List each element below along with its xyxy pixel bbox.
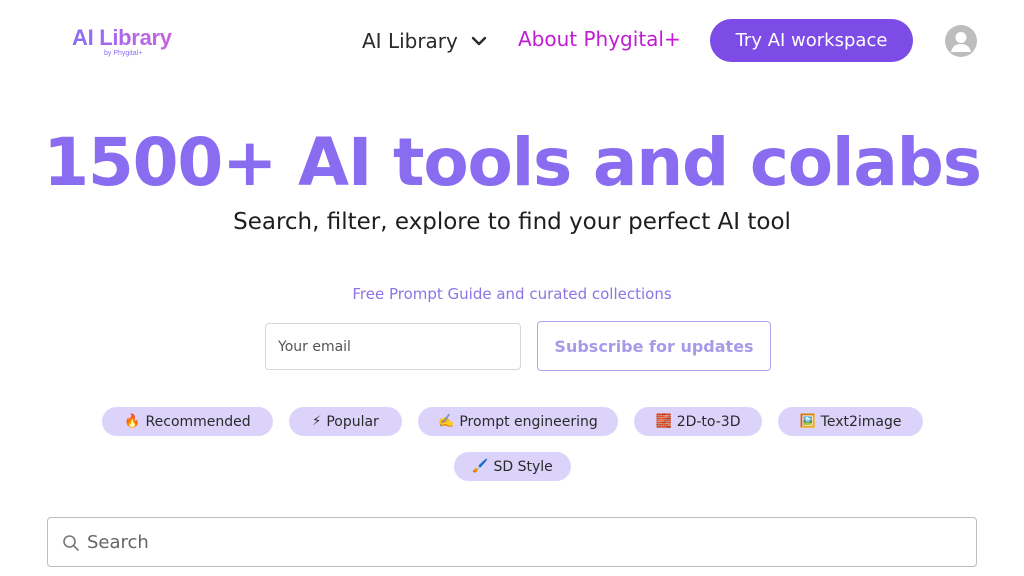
paintbrush-icon: 🖌️ <box>472 459 489 474</box>
user-silhouette-icon <box>951 32 971 52</box>
framed-picture-icon: 🖼️ <box>799 414 816 429</box>
brick-icon: 🧱 <box>655 414 672 429</box>
hero-subtitle: Search, filter, explore to find your per… <box>233 209 791 235</box>
logo[interactable]: AI Library by Phygital+ <box>72 26 184 60</box>
tag-label: SD Style <box>493 458 553 475</box>
tag-label: Prompt engineering <box>459 413 598 430</box>
search-input[interactable] <box>87 518 967 566</box>
chevron-down-icon <box>471 36 487 46</box>
tag-2d-to-3d[interactable]: 🧱 2D-to-3D <box>634 407 762 436</box>
fire-icon: 🔥 <box>124 414 141 429</box>
tag-popular[interactable]: ⚡ Popular <box>289 407 402 436</box>
tag-label: Popular <box>326 413 379 430</box>
tag-text2image[interactable]: 🖼️ Text2image <box>778 407 923 436</box>
search-box[interactable] <box>47 517 977 567</box>
promo-text: Free Prompt Guide and curated collection… <box>352 285 672 303</box>
tag-label: Recommended <box>145 413 251 430</box>
user-avatar-icon[interactable] <box>945 25 977 57</box>
try-ai-workspace-button[interactable]: Try AI workspace <box>710 19 913 62</box>
tag-recommended[interactable]: 🔥 Recommended <box>102 407 273 436</box>
logo-title: AI Library <box>72 26 184 50</box>
tag-label: 2D-to-3D <box>676 413 741 430</box>
nav-ai-library-dropdown[interactable]: AI Library <box>362 27 490 55</box>
search-icon <box>63 535 79 551</box>
tag-label: Text2image <box>820 413 902 430</box>
hero-title: 1500+ AI tools and colabs <box>43 124 982 201</box>
tag-sd-style[interactable]: 🖌️ SD Style <box>454 452 571 481</box>
nav-ai-library-label: AI Library <box>362 29 458 53</box>
subscribe-button[interactable]: Subscribe for updates <box>537 321 771 371</box>
writing-hand-icon: ✍️ <box>438 414 455 429</box>
email-input[interactable] <box>265 323 521 370</box>
logo-subtitle: by Phygital+ <box>104 50 143 57</box>
lightning-icon: ⚡ <box>312 414 322 429</box>
nav-about-link[interactable]: About Phygital+ <box>518 27 681 51</box>
tag-prompt-engineering[interactable]: ✍️ Prompt engineering <box>418 407 618 436</box>
